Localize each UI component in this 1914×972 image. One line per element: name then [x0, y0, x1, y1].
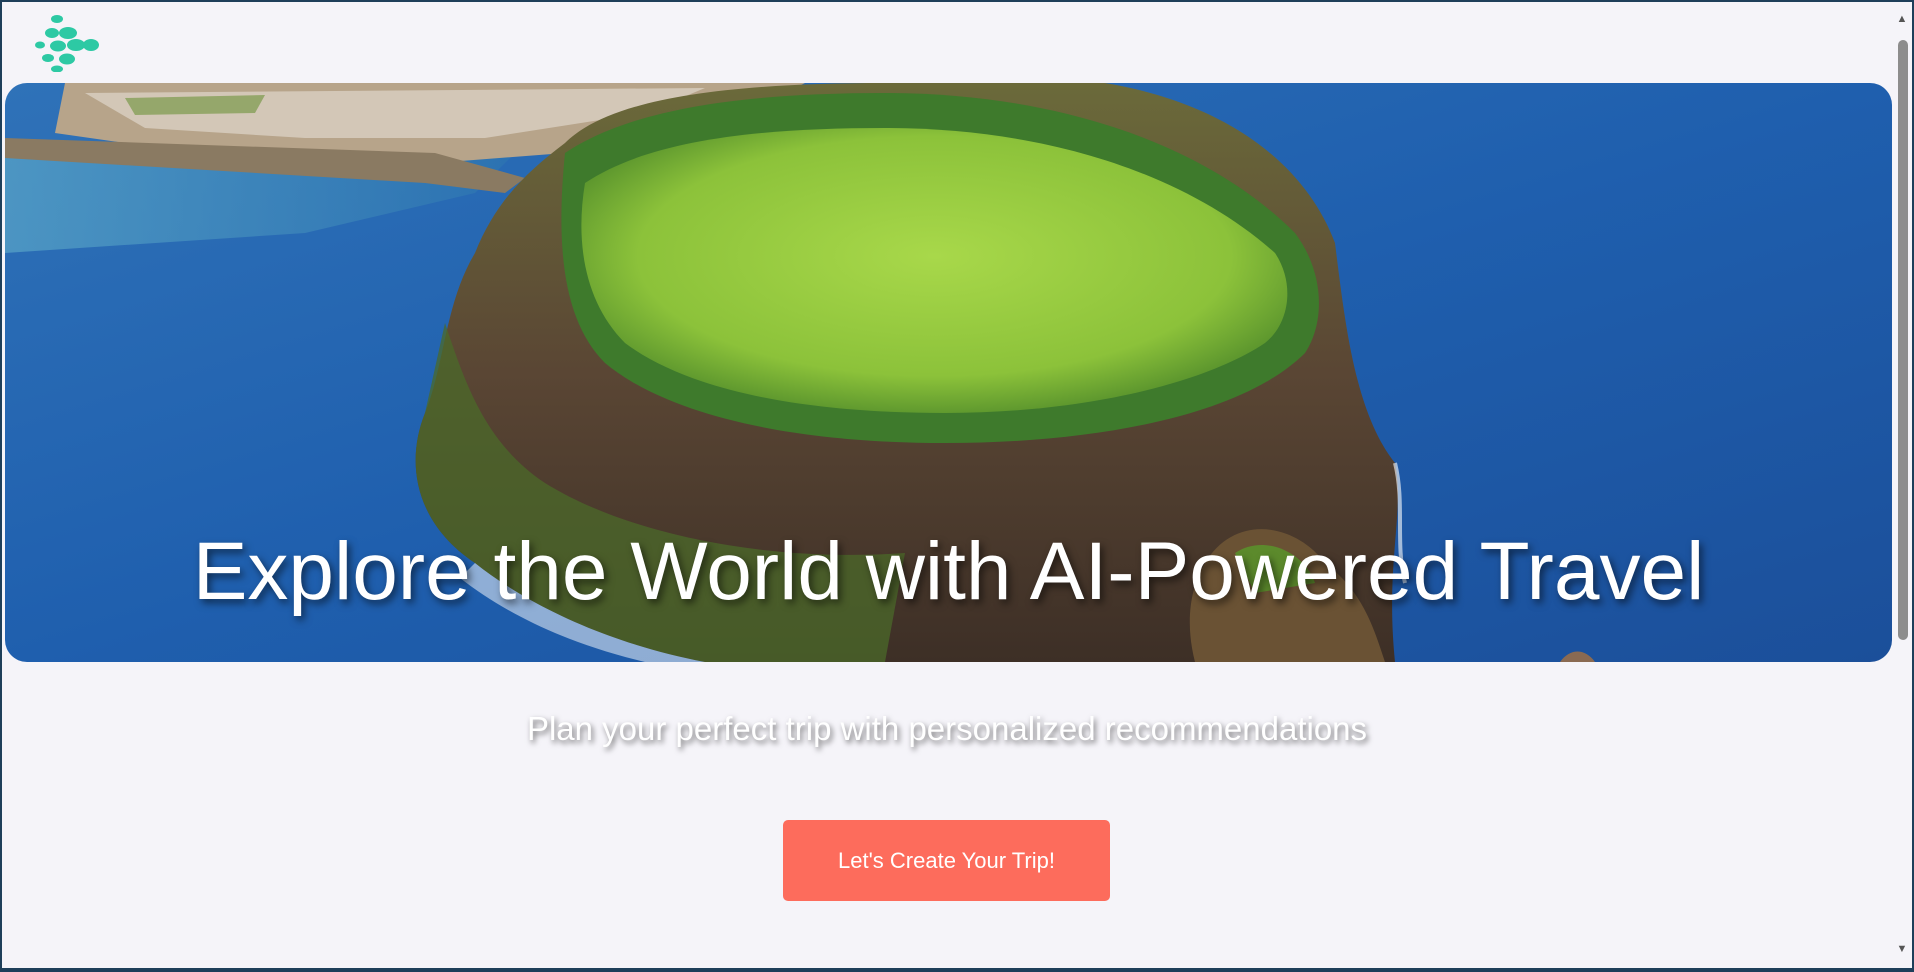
- create-trip-button[interactable]: Let's Create Your Trip!: [783, 820, 1110, 901]
- scrollbar-thumb[interactable]: [1898, 40, 1908, 640]
- chevron-down-icon[interactable]: ▼: [1895, 942, 1909, 956]
- vertical-scrollbar[interactable]: ▲ ▼: [1892, 2, 1912, 968]
- hero-title: Explore the World with AI-Powered Travel…: [192, 526, 1705, 662]
- chevron-up-icon[interactable]: ▲: [1895, 12, 1909, 26]
- hero-banner: Explore the World with AI-Powered Travel…: [5, 83, 1892, 662]
- dots-logo-icon[interactable]: [34, 14, 100, 72]
- browser-viewport: Explore the World with AI-Powered Travel…: [2, 2, 1912, 968]
- hero-subtitle: Plan your perfect trip with personalized…: [526, 710, 1368, 747]
